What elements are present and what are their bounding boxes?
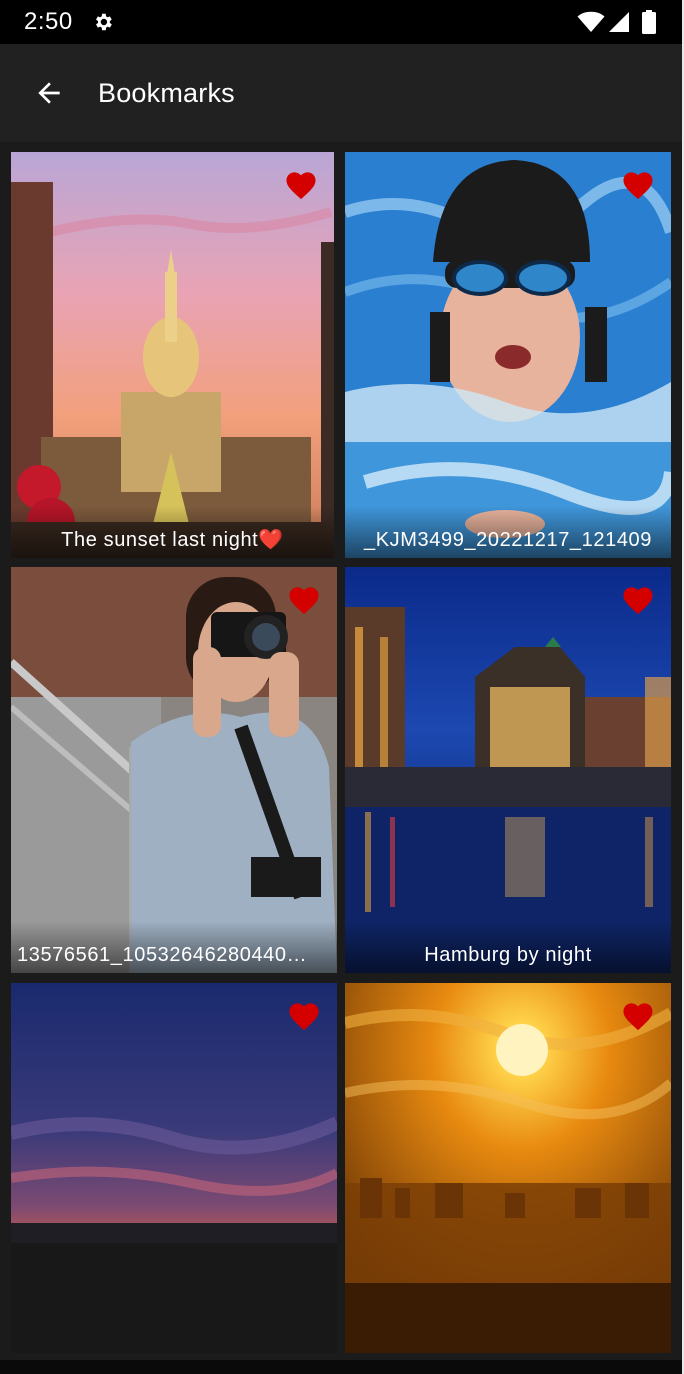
heart-icon[interactable] — [286, 999, 322, 1031]
bookmark-tile[interactable]: 13576561_10532646280440… — [11, 567, 337, 973]
bookmark-tile[interactable]: _KJM3499_20221217_121409 — [345, 152, 671, 558]
bottom-bar — [0, 1360, 684, 1374]
bookmark-image — [345, 567, 671, 973]
wifi-icon — [577, 11, 605, 33]
heart-icon[interactable] — [620, 999, 656, 1031]
back-button[interactable] — [26, 70, 72, 116]
bookmark-image — [11, 567, 337, 973]
bookmark-tile[interactable]: The sunset last night❤️ — [11, 152, 334, 558]
bookmark-caption: _KJM3499_20221217_121409 — [364, 529, 652, 551]
bookmark-tile[interactable] — [11, 983, 337, 1353]
bookmark-caption: Hamburg by night — [424, 944, 592, 966]
signal-icon — [609, 12, 629, 32]
app-bar: Bookmarks — [0, 44, 684, 142]
bookmark-caption: The sunset last night❤️ — [61, 529, 284, 551]
page-title: Bookmarks — [98, 78, 235, 108]
bookmark-tile[interactable]: Hamburg by night — [345, 567, 671, 973]
heart-icon[interactable] — [620, 168, 656, 200]
bookmark-image — [11, 152, 334, 558]
heart-icon[interactable] — [620, 583, 656, 615]
bookmark-image — [11, 983, 337, 1353]
bookmark-caption: 13576561_10532646280440… — [17, 944, 308, 966]
bookmark-image — [345, 983, 671, 1353]
heart-icon[interactable] — [283, 168, 319, 200]
status-bar: 2:50 — [0, 0, 684, 44]
bookmark-image — [345, 152, 671, 558]
heart-icon[interactable] — [286, 583, 322, 615]
gear-icon — [96, 13, 112, 31]
battery-icon — [642, 10, 656, 34]
status-time: 2:50 — [24, 8, 73, 35]
bookmark-grid: The sunset last night❤️ _KJM3499_2022121… — [0, 142, 684, 1360]
arrow-left-icon — [38, 82, 60, 104]
bookmark-tile[interactable] — [345, 983, 671, 1353]
